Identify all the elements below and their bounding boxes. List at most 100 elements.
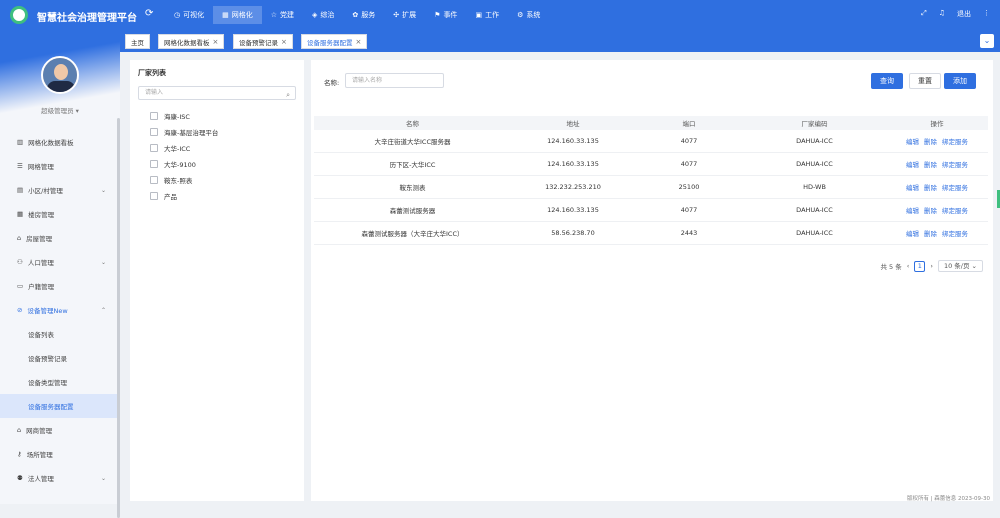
bind-service-link[interactable]: 绑定服务 (942, 205, 968, 215)
server-config-panel: 名称: 请输入名称 查询 重置 添加 名称 地址 端口 厂家编码 操作 大辛庄街… (311, 60, 993, 501)
close-icon[interactable]: × (213, 38, 219, 46)
close-icon[interactable]: × (281, 38, 287, 46)
sidebar-item-population[interactable]: ⚇ 人口管理 ⌄ (0, 250, 120, 274)
query-button[interactable]: 查询 (871, 73, 903, 89)
person-icon: ⚉ (17, 474, 23, 482)
tab-server-config[interactable]: 设备服务器配置 × (301, 34, 368, 49)
edit-link[interactable]: 编辑 (906, 228, 919, 238)
cell-address: 124.160.33.135 (547, 206, 599, 214)
top-navbar: 智慧社会治理管理平台 ⟳ ◷ 可视化 ▦ 网格化 ☆ 党建 ◈ 综治 ✿ 服务 ✣ 扩展 ⚑… (0, 0, 1000, 30)
sidebar-item-community[interactable]: ▤ 小区/村管理 ⌄ (0, 178, 120, 202)
edit-link[interactable]: 编辑 (906, 136, 919, 146)
name-filter-input[interactable]: 请输入名称 (345, 73, 444, 88)
close-icon[interactable]: × (356, 38, 362, 46)
sidebar-subitem-server-config[interactable]: 设备服务器配置 (0, 394, 120, 418)
search-icon[interactable]: ⌕ (286, 89, 290, 101)
pagination: 共 5 条 ‹ 1 › 10 条/页 ⌄ (880, 260, 983, 272)
checkbox[interactable] (150, 176, 158, 184)
bind-service-link[interactable]: 绑定服务 (942, 159, 968, 169)
sidebar-item-merchant[interactable]: ⌂ 网商管理 (0, 418, 120, 442)
checkbox[interactable] (150, 144, 158, 152)
checkbox[interactable] (150, 160, 158, 168)
sidebar-subitem-device-list[interactable]: 设备列表 (0, 322, 120, 346)
reset-button[interactable]: 重置 (909, 73, 941, 89)
page-size-select[interactable]: 10 条/页 ⌄ (937, 260, 983, 272)
house-icon: ⌂ (17, 426, 22, 434)
vendor-search-input[interactable]: 请输入 ⌕ (138, 86, 296, 100)
chart-icon: ▥ (17, 138, 24, 146)
vendor-item[interactable]: 鞍东-照表 (138, 172, 296, 188)
nav-item-visualization[interactable]: ◷ 可视化 (165, 6, 213, 24)
sidebar-item-grid[interactable]: ☰ 网格管理 (0, 154, 120, 178)
logout-link[interactable]: 退出 (957, 9, 971, 19)
chevron-up-icon: ⌃ (100, 306, 106, 314)
column-header-name: 名称 (406, 120, 419, 128)
column-header-port: 端口 (682, 120, 696, 128)
nav-item-event[interactable]: ⚑ 事件 (425, 6, 466, 24)
sidebar-item-venue[interactable]: ⚷ 场所管理 (0, 442, 120, 466)
delete-link[interactable]: 删除 (924, 182, 937, 192)
user-name[interactable]: 超级管理员 ▾ (0, 105, 120, 115)
refresh-icon[interactable]: ⟳ (145, 8, 153, 19)
vendor-item[interactable]: 海康-基层治理平台 (138, 124, 296, 140)
sidebar-item-legal-person[interactable]: ⚉ 法人管理 ⌄ (0, 466, 120, 490)
add-button[interactable]: 添加 (944, 73, 976, 89)
sidebar-subitem-alarm-records[interactable]: 设备预警记录 (0, 346, 120, 370)
cell-vendor-code: DAHUA-ICC (796, 229, 833, 237)
edit-link[interactable]: 编辑 (906, 205, 919, 215)
vendor-item[interactable]: 大华-9100 (138, 156, 296, 172)
nav-item-work[interactable]: ▣ 工作 (466, 6, 508, 24)
cell-port: 4077 (680, 206, 698, 214)
bind-service-link[interactable]: 绑定服务 (942, 228, 968, 238)
column-header-vendor-code: 厂家编码 (801, 120, 828, 128)
flag-icon: ⚑ (434, 11, 441, 19)
sidebar-scrollbar[interactable] (117, 118, 120, 518)
sidebar-item-device[interactable]: ⊘ 设备管理New ⌃ (0, 298, 120, 322)
nav-item-party[interactable]: ☆ 党建 (262, 6, 303, 24)
sidebar-item-household[interactable]: ▭ 户籍管理 (0, 274, 120, 298)
delete-link[interactable]: 删除 (924, 228, 937, 238)
edit-link[interactable]: 编辑 (906, 159, 919, 169)
footer: 版权所有 | 森蕾信息 2023-09-30 (906, 496, 990, 502)
sidebar-item-building[interactable]: ▦ 楼房管理 (0, 202, 120, 226)
cell-address: 124.160.33.135 (547, 160, 599, 168)
delete-link[interactable]: 删除 (924, 159, 937, 169)
more-icon[interactable]: ⋮ (983, 9, 990, 19)
nav-item-system[interactable]: ⚙ 系统 (508, 6, 549, 24)
bell-icon[interactable]: ♫ (939, 9, 945, 19)
vendor-item[interactable]: 产品 (138, 188, 296, 204)
nav-item-governance[interactable]: ◈ 综治 (303, 6, 343, 24)
sidebar-item-house[interactable]: ⌂ 房屋管理 (0, 226, 120, 250)
next-page-icon[interactable]: › (930, 262, 933, 270)
building-icon: ▤ (17, 186, 24, 194)
checkbox[interactable] (150, 112, 158, 120)
nav-item-service[interactable]: ✿ 服务 (343, 6, 384, 24)
checkbox[interactable] (150, 128, 158, 136)
sidebar-item-dashboard[interactable]: ▥ 网格化数据看板 (0, 130, 120, 154)
fullscreen-icon[interactable]: ⤢ (921, 9, 927, 19)
vendor-item[interactable]: 大华-ICC (138, 140, 296, 156)
bind-service-link[interactable]: 绑定服务 (942, 182, 968, 192)
tab-alarm-records[interactable]: 设备预警记录 × (233, 34, 293, 49)
nav-item-grid[interactable]: ▦ 网格化 (213, 6, 262, 24)
sidebar: 超级管理员 ▾ ▥ 网格化数据看板 ☰ 网格管理 ▤ 小区/村管理 ⌄ ▦ 楼房管理 ⌂ 房… (0, 30, 120, 518)
bind-service-link[interactable]: 绑定服务 (942, 136, 968, 146)
grid-icon: ▦ (222, 11, 229, 19)
tab-grid-dashboard[interactable]: 网格化数据看板 × (158, 34, 225, 49)
table-row: 鞍东测表 132.232.253.210 25100 HD-WB 编辑 删除 绑定服… (314, 176, 988, 199)
tab-home[interactable]: 主页 (125, 34, 150, 49)
delete-link[interactable]: 删除 (924, 205, 937, 215)
chevron-down-icon[interactable]: ⌄ (980, 34, 994, 48)
sidebar-subitem-device-types[interactable]: 设备类型管理 (0, 370, 120, 394)
nav-item-extension[interactable]: ✣ 扩展 (384, 6, 425, 24)
vendor-item[interactable]: 海康-ISC (138, 108, 296, 124)
delete-link[interactable]: 删除 (924, 136, 937, 146)
page-number[interactable]: 1 (914, 260, 926, 272)
edit-link[interactable]: 编辑 (906, 182, 919, 192)
prev-page-icon[interactable]: ‹ (907, 262, 910, 270)
avatar[interactable] (41, 56, 79, 94)
id-card-icon: ▭ (17, 282, 24, 290)
checkbox[interactable] (150, 192, 158, 200)
top-right-tools: ⤢ ♫ 退出 ⋮ (921, 9, 990, 19)
gear-icon: ✿ (352, 11, 359, 19)
